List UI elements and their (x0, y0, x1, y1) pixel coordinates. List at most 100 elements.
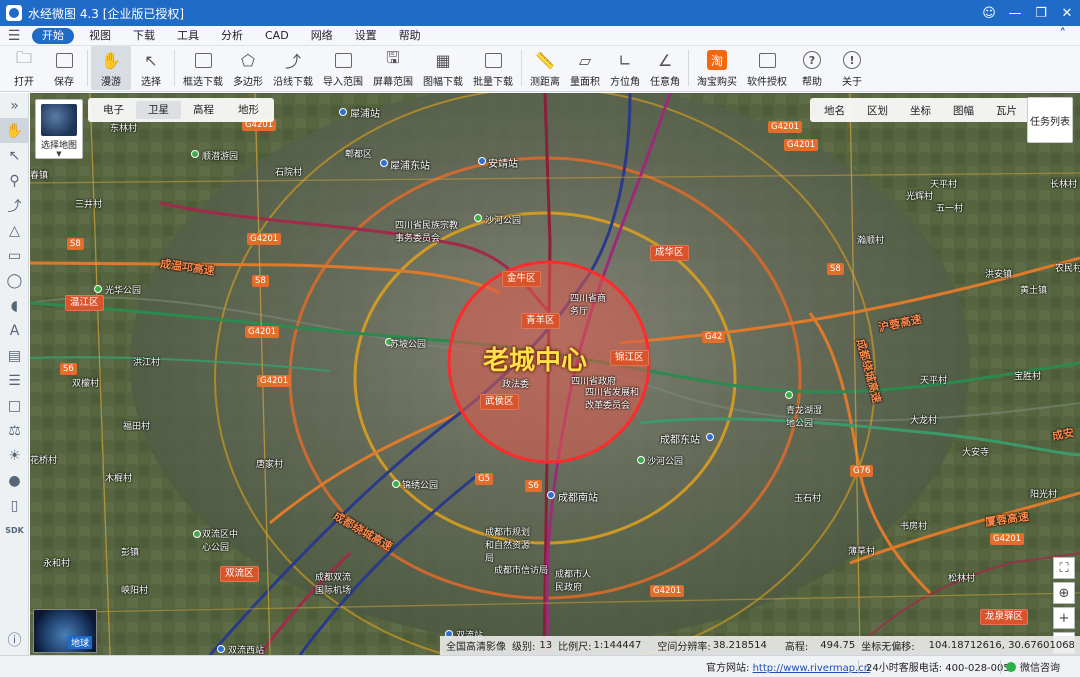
menu-cad[interactable]: CAD (254, 28, 300, 44)
help-button[interactable]: ? 帮助 (792, 46, 832, 90)
layer-tab-elevation[interactable]: 高程 (181, 101, 226, 119)
wechat-consult-button[interactable]: 微信咨询 (1006, 659, 1060, 674)
phone-icon[interactable]: ▯ (0, 493, 29, 518)
overlay-tab-tiles[interactable]: 瓦片 (985, 103, 1028, 118)
overlay-tab-coordinates[interactable]: 坐标 (899, 103, 942, 118)
place-label: 双檬村 (72, 379, 100, 389)
rectangle-tool-icon[interactable]: ▭ (0, 243, 29, 268)
place-label: 成都双流国际机场 (315, 573, 352, 596)
place-label: 顺潜游园 (202, 152, 239, 162)
overlay-tab-sheets[interactable]: 图幅 (942, 103, 985, 118)
tray-tool-icon[interactable]: □ (0, 393, 29, 418)
basemap-selector-button[interactable]: 选择地图 ▼ (35, 99, 83, 159)
any-angle-button[interactable]: ∠ 任意角 (645, 46, 685, 90)
district-label: 武侯区 (480, 394, 519, 410)
layer-tab-satellite[interactable]: 卫星 (136, 101, 181, 119)
marker-tool-icon[interactable]: ⚲ (0, 168, 29, 193)
status-bar: 官方网站: http://www.rivermap.cn 24小时客服电话: 4… (0, 655, 1080, 677)
import-range-button[interactable]: 导入范围 (318, 46, 368, 90)
batch-download-button[interactable]: 批量下载 (468, 46, 518, 90)
overlay-tab-divisions[interactable]: 区划 (856, 103, 899, 118)
collapse-ribbon-icon[interactable]: ˄ (1060, 27, 1067, 42)
pan-button[interactable]: ✋ 漫游 (91, 46, 131, 90)
circle-tool-icon[interactable]: ◯ (0, 268, 29, 293)
menu-settings[interactable]: 设置 (344, 28, 388, 44)
place-label: 大龙村 (910, 416, 938, 426)
minimize-icon[interactable]: — (1002, 0, 1028, 26)
globe-label: 地球 (67, 636, 92, 649)
menu-network[interactable]: 网络 (300, 28, 344, 44)
about-button[interactable]: ! 关于 (832, 46, 872, 90)
toolbar-separator (174, 50, 175, 86)
fullscreen-icon[interactable]: ⛶ (1053, 557, 1075, 579)
ruler-icon: 📏 (535, 50, 555, 70)
screen-range-button[interactable]: 🖫 屏幕范围 (368, 46, 418, 90)
line-download-button[interactable]: ⤴ 沿线下载 (268, 46, 318, 90)
hand-tool-icon[interactable]: ✋ (0, 118, 29, 143)
text-tool-icon[interactable]: A (0, 318, 29, 343)
overlay-tab-placenames[interactable]: 地名 (813, 103, 856, 118)
window-title: 水经微图 4.3 [企业版已授权] (28, 6, 185, 21)
sdk-icon[interactable]: SDK (0, 518, 29, 543)
road-badge: S8 (252, 275, 269, 287)
website-label: 官方网站: (706, 663, 750, 674)
polyline-tool-icon[interactable]: ⤴ (0, 193, 29, 218)
stack-tool-icon[interactable]: ☰ (0, 368, 29, 393)
line-download-icon: ⤴ (284, 52, 301, 71)
park-marker-icon (785, 391, 793, 399)
box-download-button[interactable]: 框选下载 (178, 46, 228, 90)
weather-icon[interactable]: ☀ (0, 443, 29, 468)
status-separator (1000, 660, 1001, 674)
map-canvas[interactable]: 成温邛高速 沪蓉高速 成都绕城高速 成都绕城高速 厦蓉高速 成安 G4201 G… (30, 93, 1080, 655)
measure-area-button[interactable]: ▱ 量面积 (565, 46, 605, 90)
expand-sidebar-icon[interactable]: » (0, 93, 29, 118)
menu-start[interactable]: 开始 (32, 27, 74, 44)
district-label: 温江区 (65, 295, 104, 311)
menu-view[interactable]: 视图 (78, 28, 122, 44)
place-label: 阳光村 (1030, 490, 1058, 500)
task-list-button[interactable]: 任务列表 (1027, 97, 1073, 143)
station-marker-icon (380, 159, 388, 167)
place-label: 双流区中心公园 (202, 530, 239, 553)
district-label: 青羊区 (521, 313, 560, 329)
locate-icon[interactable]: ⊕ (1053, 582, 1075, 604)
select-tool-icon[interactable]: ↖ (0, 143, 29, 168)
open-button[interactable]: 🗀 打开 (4, 46, 44, 90)
place-label: 成都市规划和自然资源局 (485, 528, 531, 564)
road-badge: G4201 (768, 121, 803, 133)
restore-icon[interactable]: ❐ (1028, 0, 1054, 26)
azimuth-button[interactable]: ∟ 方位角 (605, 46, 645, 90)
save-button[interactable]: 保存 (44, 46, 84, 90)
polygon-tool-icon[interactable]: △ (0, 218, 29, 243)
grid-download-icon: ▦ (435, 50, 451, 70)
help-circle-icon[interactable]: ⓘ (0, 627, 29, 652)
sector-tool-icon[interactable]: ◖ (0, 293, 29, 318)
menu-bar: ☰ 开始 视图 下载 工具 分析 CAD 网络 设置 帮助 ˄ (0, 26, 1080, 46)
website-link[interactable]: http://www.rivermap.cn (753, 663, 871, 674)
menu-tools[interactable]: 工具 (166, 28, 210, 44)
measure-distance-button[interactable]: 📏 测距离 (525, 46, 565, 90)
select-button[interactable]: ↖ 选择 (131, 46, 171, 90)
zoom-in-icon[interactable]: + (1053, 607, 1075, 629)
user-icon[interactable]: ☺ (976, 0, 1002, 26)
layer-tab-terrain[interactable]: 地形 (226, 101, 271, 119)
menu-download[interactable]: 下载 (122, 28, 166, 44)
place-label: 光华公园 (105, 286, 142, 296)
taobao-buy-button[interactable]: 淘 淘宝购买 (692, 46, 742, 90)
close-icon[interactable]: ✕ (1054, 0, 1080, 26)
grid-download-button[interactable]: ▦ 图幅下载 (418, 46, 468, 90)
menu-analysis[interactable]: 分析 (210, 28, 254, 44)
road-badge: G5 (475, 473, 493, 485)
layer-tab-electronic[interactable]: 电子 (91, 101, 136, 119)
layer-tool-icon[interactable]: ▤ (0, 343, 29, 368)
place-label: 永和村 (43, 559, 71, 569)
polygon-button[interactable]: ⬠ 多边形 (228, 46, 268, 90)
license-button[interactable]: 软件授权 (742, 46, 792, 90)
scale-label: 比例尺: (558, 642, 592, 653)
hamburger-icon[interactable]: ☰ (0, 28, 28, 44)
scale-tool-icon[interactable]: ⚖ (0, 418, 29, 443)
menu-help[interactable]: 帮助 (388, 28, 432, 44)
place-label: 政法委 (502, 380, 530, 390)
green-plugin-icon[interactable]: ● (0, 468, 29, 493)
globe-view-button[interactable]: 地球 (33, 609, 97, 653)
